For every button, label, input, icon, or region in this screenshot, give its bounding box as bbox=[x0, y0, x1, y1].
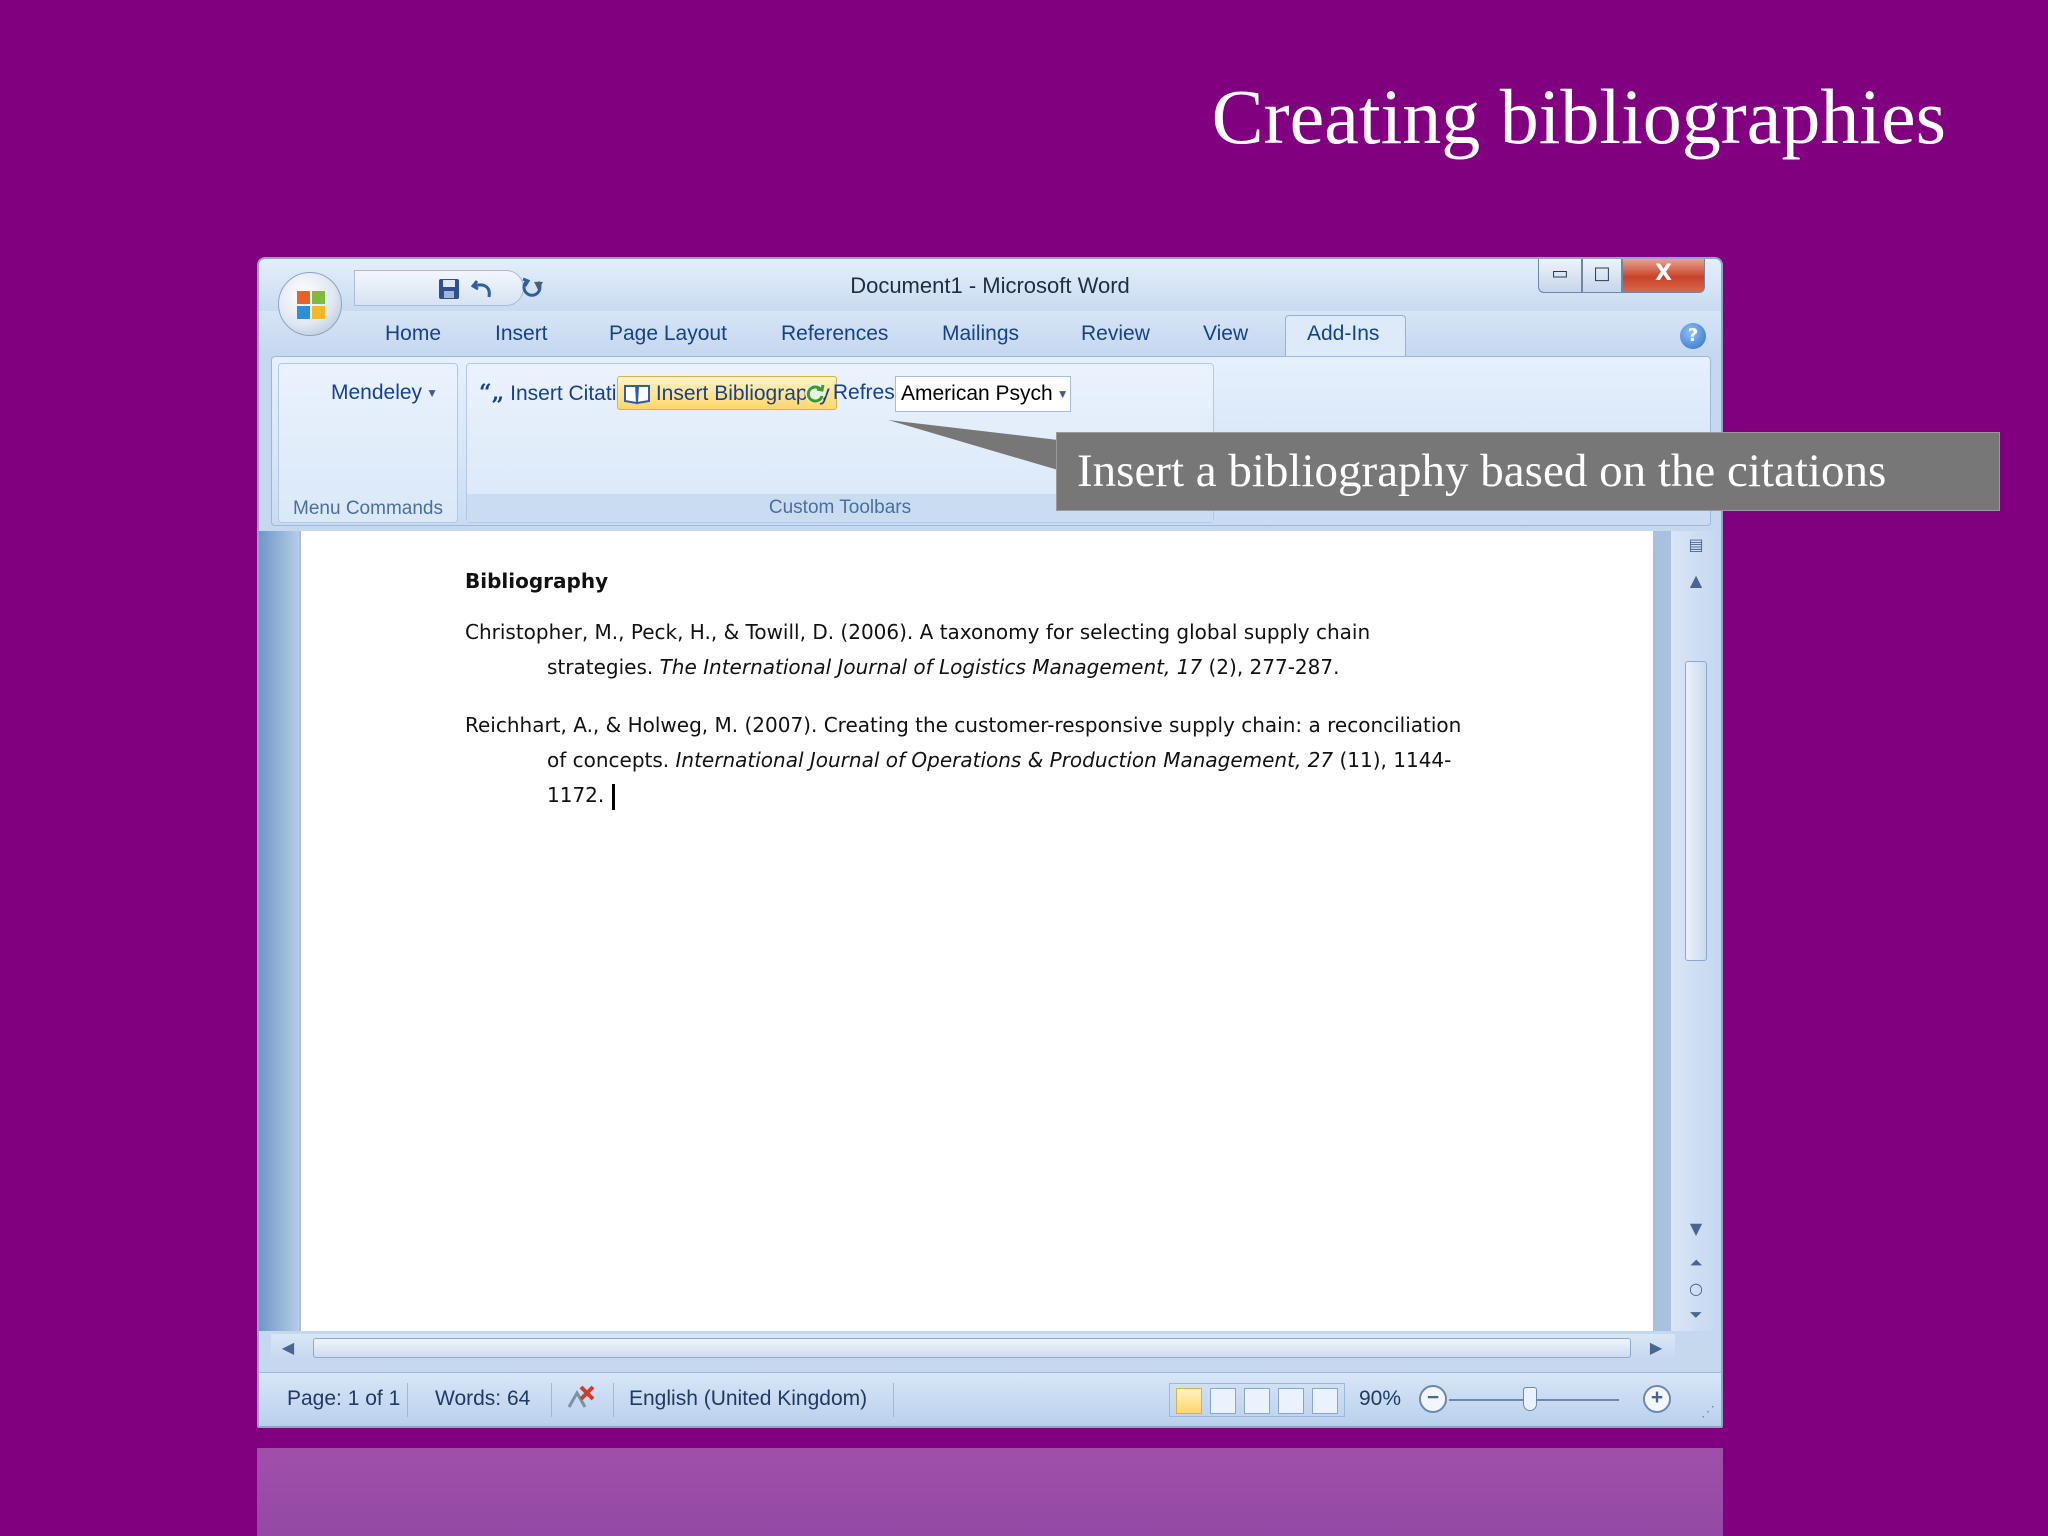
refresh-button[interactable]: Refresh bbox=[803, 376, 906, 410]
close-icon: X bbox=[1655, 261, 1672, 286]
web-layout-view-icon[interactable] bbox=[1244, 1388, 1270, 1414]
entry-journal: International Journal of Operations & Pr… bbox=[675, 748, 1334, 772]
citation-style-select[interactable]: American Psych ▼ bbox=[895, 376, 1071, 412]
minimize-button[interactable]: ▭ bbox=[1538, 259, 1582, 293]
window-title: Document1 - Microsoft Word bbox=[850, 273, 1130, 298]
zoom-level[interactable]: 90% bbox=[1359, 1387, 1401, 1411]
window-reflection bbox=[257, 1448, 1723, 1536]
citation-style-value: American Psych bbox=[901, 382, 1053, 405]
full-screen-reading-view-icon[interactable] bbox=[1210, 1388, 1236, 1414]
mendeley-label: Mendeley bbox=[331, 381, 423, 404]
book-icon bbox=[624, 385, 650, 405]
vertical-scrollbar[interactable]: ▤ ▲ ▼ ⏶ ○ ⏷ bbox=[1671, 531, 1721, 1331]
outline-view-icon[interactable] bbox=[1278, 1388, 1304, 1414]
tab-view[interactable]: View bbox=[1203, 322, 1248, 346]
insert-citation-button[interactable]: “„ Insert Citation bbox=[479, 376, 640, 410]
tab-references[interactable]: References bbox=[781, 322, 888, 346]
divider bbox=[613, 1383, 614, 1417]
tab-review[interactable]: Review bbox=[1081, 322, 1150, 346]
vertical-scroll-thumb[interactable] bbox=[1685, 661, 1707, 961]
mendeley-menu-button[interactable]: Mendeley ▼ bbox=[331, 376, 438, 410]
chevron-down-icon: ▼ bbox=[1056, 387, 1069, 402]
tab-mailings[interactable]: Mailings bbox=[942, 322, 1019, 346]
zoom-out-icon[interactable]: − bbox=[1419, 1385, 1447, 1413]
bibliography-entry: Reichhart, A., & Holweg, M. (2007). Crea… bbox=[465, 708, 1475, 813]
scroll-down-icon[interactable]: ▼ bbox=[1683, 1219, 1709, 1239]
scroll-up-icon[interactable]: ▲ bbox=[1683, 571, 1709, 591]
chevron-down-icon: ▼ bbox=[426, 386, 438, 401]
scroll-left-icon[interactable]: ◀ bbox=[275, 1338, 301, 1358]
next-page-icon[interactable]: ⏷ bbox=[1683, 1305, 1709, 1325]
office-button-icon bbox=[297, 291, 325, 319]
zoom-in-icon[interactable]: + bbox=[1643, 1385, 1671, 1413]
horizontal-scroll-thumb[interactable] bbox=[313, 1338, 1631, 1358]
document-margin bbox=[259, 531, 299, 1331]
resize-grip-icon[interactable]: ⋰ bbox=[1701, 1403, 1715, 1420]
tab-home[interactable]: Home bbox=[385, 322, 441, 346]
print-layout-view-icon[interactable] bbox=[1176, 1388, 1202, 1414]
divider bbox=[407, 1383, 408, 1417]
zoom-slider-thumb[interactable] bbox=[1523, 1387, 1537, 1411]
spellcheck-icon[interactable] bbox=[565, 1381, 599, 1421]
slide-title: Creating bibliographies bbox=[1211, 73, 1946, 160]
maximize-button[interactable]: □ bbox=[1582, 259, 1622, 293]
document-area: Bibliography Christopher, M., Peck, H., … bbox=[259, 531, 1721, 1331]
scroll-right-icon[interactable]: ▶ bbox=[1643, 1338, 1669, 1358]
view-buttons bbox=[1169, 1383, 1345, 1417]
ruler-toggle-icon[interactable]: ▤ bbox=[1683, 535, 1709, 555]
page-count[interactable]: Page: 1 of 1 bbox=[287, 1387, 400, 1411]
document-page[interactable]: Bibliography Christopher, M., Peck, H., … bbox=[301, 531, 1653, 1331]
minimize-icon: ▭ bbox=[1551, 263, 1569, 284]
bibliography-entry: Christopher, M., Peck, H., & Towill, D. … bbox=[465, 615, 1475, 685]
status-bar: Page: 1 of 1 Words: 64 English (United K… bbox=[259, 1372, 1721, 1426]
office-button[interactable] bbox=[278, 272, 342, 336]
divider bbox=[893, 1383, 894, 1417]
tab-add-ins[interactable]: Add-Ins bbox=[1307, 322, 1379, 346]
quote-icon: “„ bbox=[479, 380, 505, 406]
language-status[interactable]: English (United Kingdom) bbox=[629, 1387, 867, 1411]
word-count[interactable]: Words: 64 bbox=[435, 1387, 530, 1411]
refresh-icon bbox=[805, 383, 825, 404]
select-browse-object-icon[interactable]: ○ bbox=[1683, 1279, 1709, 1299]
callout-tooltip: Insert a bibliography based on the citat… bbox=[1056, 432, 2000, 511]
close-button[interactable]: X bbox=[1622, 259, 1705, 293]
horizontal-scrollbar[interactable]: ◀ ▶ bbox=[271, 1334, 1675, 1362]
maximize-icon: □ bbox=[1593, 263, 1611, 284]
help-icon[interactable]: ? bbox=[1680, 323, 1706, 349]
previous-page-icon[interactable]: ⏶ bbox=[1683, 1253, 1709, 1273]
reflection-status-bar bbox=[257, 1448, 1723, 1536]
tab-insert[interactable]: Insert bbox=[495, 322, 548, 346]
text-cursor bbox=[612, 783, 616, 810]
title-bar: ▾ Document1 - Microsoft Word ▭ □ X bbox=[259, 259, 1721, 311]
draft-view-icon[interactable] bbox=[1312, 1388, 1338, 1414]
entry-journal: The International Journal of Logistics M… bbox=[659, 655, 1203, 679]
group-menu-commands: Mendeley ▼ Menu Commands bbox=[278, 363, 458, 523]
tab-page-layout[interactable]: Page Layout bbox=[609, 322, 727, 346]
bibliography-heading: Bibliography bbox=[465, 569, 609, 593]
group-label-menu-commands: Menu Commands bbox=[293, 498, 443, 519]
divider bbox=[551, 1383, 552, 1417]
entry-pages: (2), 277-287. bbox=[1202, 655, 1340, 679]
